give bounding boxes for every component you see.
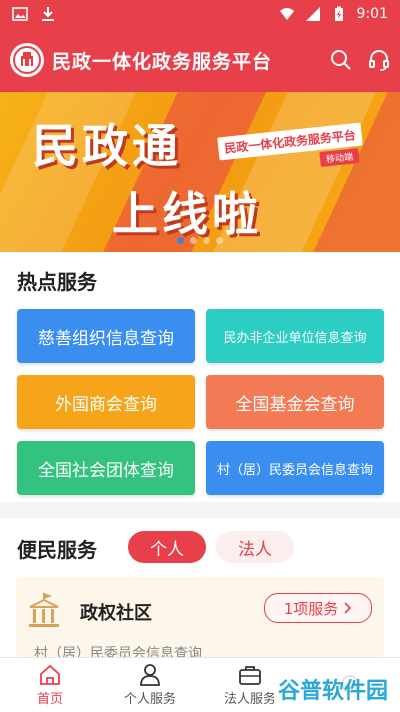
carousel-dot[interactable]	[177, 237, 184, 244]
headset-icon[interactable]	[368, 49, 390, 71]
download-icon	[42, 7, 54, 21]
carousel-dots	[0, 237, 400, 244]
app-header: 民政一体化政务服务平台	[0, 28, 400, 92]
person-icon	[140, 663, 160, 686]
home-icon	[40, 664, 60, 685]
community-title: 政权社区	[80, 603, 152, 624]
hot-service-button[interactable]: 全国社会团体查询	[17, 441, 195, 495]
app-title: 民政一体化政务服务平台	[52, 50, 273, 73]
hot-service-button[interactable]: 民办非企业单位信息查询	[206, 309, 384, 363]
app-logo-icon	[10, 43, 44, 77]
banner-headline-1: 民政通	[32, 119, 182, 173]
hot-service-label: 全国社会团体查询	[38, 460, 174, 481]
hot-service-label: 外国商会查询	[55, 394, 157, 415]
hot-service-button[interactable]: 慈善组织信息查询	[17, 309, 195, 363]
image-icon	[12, 7, 28, 21]
chevron-right-icon	[344, 602, 352, 614]
status-time: 9:01	[356, 6, 388, 22]
community-services-label: 1项服务	[283, 599, 339, 618]
hot-service-label: 慈善组织信息查询	[38, 328, 174, 349]
briefcase-icon	[239, 665, 261, 685]
hot-services-title: 热点服务	[17, 270, 97, 294]
tab-personal[interactable]: 个人	[128, 531, 206, 563]
hot-services-section: 热点服务 慈善组织信息查询 民办非企业单位信息查询外国商会查询 全国基金会查询全国社…	[0, 252, 400, 502]
carousel-dot[interactable]	[216, 237, 223, 244]
watermark-logo: 谷普软件园	[273, 673, 392, 705]
hot-service-button[interactable]: 全国基金会查询	[206, 375, 384, 429]
tab-personal-services[interactable]: 个人服务	[100, 658, 200, 712]
carousel-dot[interactable]	[203, 237, 210, 244]
tab-personal-services-label: 个人服务	[123, 691, 176, 707]
hot-service-button[interactable]: 村（居）民委员会信息查询	[206, 441, 384, 495]
tab-legal-services-label: 法人服务	[223, 691, 276, 707]
search-icon[interactable]	[330, 49, 352, 71]
community-card[interactable]: 政权社区 1项服务 村（居）民委员会信息查询	[16, 577, 384, 662]
status-bar: 9:01	[0, 0, 400, 28]
hot-service-button[interactable]: 外国商会查询	[17, 375, 195, 429]
wifi-icon	[279, 8, 294, 20]
community-services-button[interactable]: 1项服务	[264, 593, 372, 623]
carousel-dot[interactable]	[190, 237, 197, 244]
signal-icon	[305, 7, 320, 21]
hot-service-label: 全国基金会查询	[235, 394, 355, 415]
banner-headline-2: 上线啦	[112, 187, 262, 241]
convenience-title: 便民服务	[17, 538, 97, 562]
government-building-icon	[29, 593, 59, 627]
tab-home-label: 首页	[36, 691, 63, 707]
hot-service-label: 民办非企业单位信息查询	[223, 330, 367, 346]
tab-legal-person[interactable]: 法人	[216, 531, 294, 563]
hot-service-label: 村（居）民委员会信息查询	[216, 462, 373, 478]
tab-home[interactable]: 首页	[0, 658, 100, 712]
battery-icon	[334, 6, 343, 21]
promo-banner[interactable]: 民政通 上线啦 民政一体化政务服务平台 移动端	[0, 92, 400, 252]
